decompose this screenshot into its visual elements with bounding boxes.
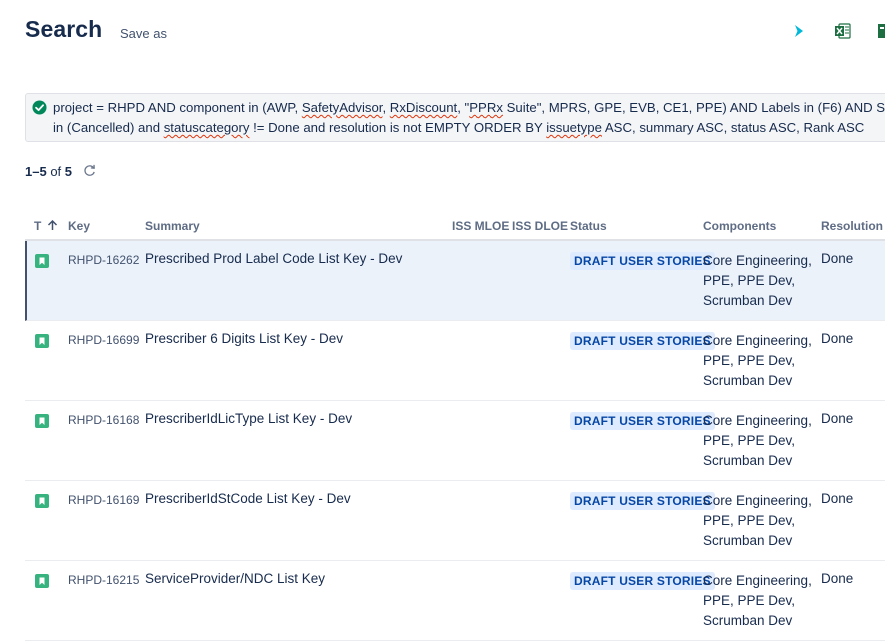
table-row[interactable]: RHPD-16262 Prescribed Prod Label Code Li… <box>25 241 885 321</box>
issue-summary-link[interactable]: PrescriberIdStCode List Key - Dev <box>145 491 351 506</box>
check-circle-icon <box>32 100 47 115</box>
table-row[interactable]: RHPD-16168 PrescriberIdLicType List Key … <box>25 401 885 481</box>
story-icon <box>35 334 49 348</box>
sort-up-arrow-icon[interactable] <box>47 219 58 231</box>
column-header-type[interactable]: T <box>34 219 58 233</box>
jql-query-box[interactable]: project = RHPD AND component in (AWP, Sa… <box>25 93 885 142</box>
column-header-summary[interactable]: Summary <box>145 219 200 233</box>
issue-key-link[interactable]: RHPD-16168 <box>68 413 139 427</box>
page-header: Search Save as <box>0 0 885 70</box>
story-icon <box>35 574 49 588</box>
column-header-key[interactable]: Key <box>68 219 90 233</box>
issue-summary-link[interactable]: PrescriberIdLicType List Key - Dev <box>145 411 352 426</box>
status-badge: DRAFT USER STORIES <box>570 572 715 590</box>
excel-icon[interactable] <box>834 22 852 40</box>
issue-summary-link[interactable]: ServiceProvider/NDC List Key <box>145 571 325 586</box>
jql-line-1: project = RHPD AND component in (AWP, Sa… <box>53 100 885 115</box>
status-badge: DRAFT USER STORIES <box>570 412 715 430</box>
issue-components: Core Engineering, PPE, PPE Dev, Scrumban… <box>703 333 812 388</box>
table-row[interactable]: RHPD-16699 Prescriber 6 Digits List Key … <box>25 321 885 401</box>
issue-resolution: Done <box>821 251 854 266</box>
issue-summary-link[interactable]: Prescribed Prod Label Code List Key - De… <box>145 251 402 266</box>
issue-components: Core Engineering, PPE, PPE Dev, Scrumban… <box>703 493 812 548</box>
issue-summary-link[interactable]: Prescriber 6 Digits List Key - Dev <box>145 331 343 346</box>
refresh-icon[interactable] <box>82 163 97 178</box>
column-header-resolution[interactable]: Resolution <box>821 219 883 233</box>
story-icon <box>35 254 49 268</box>
issue-components: Core Engineering, PPE, PPE Dev, Scrumban… <box>703 253 812 308</box>
table-row[interactable]: RHPD-16215 ServiceProvider/NDC List Key … <box>25 561 885 641</box>
issue-components: Core Engineering, PPE, PPE Dev, Scrumban… <box>703 413 812 468</box>
story-icon <box>35 494 49 508</box>
issue-key-link[interactable]: RHPD-16262 <box>68 253 139 267</box>
story-icon <box>35 414 49 428</box>
share-icon[interactable] <box>790 22 808 40</box>
issue-resolution: Done <box>821 411 854 426</box>
jql-line-2: in (Cancelled) and statuscategory != Don… <box>53 120 865 135</box>
issue-components: Core Engineering, PPE, PPE Dev, Scrumban… <box>703 573 812 628</box>
issue-key-link[interactable]: RHPD-16169 <box>68 493 139 507</box>
column-header-iss-mloe[interactable]: ISS MLOE <box>452 219 509 233</box>
results-count: 1–5 of 5 <box>25 164 73 179</box>
issue-resolution: Done <box>821 571 854 586</box>
issue-key-link[interactable]: RHPD-16699 <box>68 333 139 347</box>
issue-resolution: Done <box>821 331 854 346</box>
table-row[interactable]: RHPD-16169 PrescriberIdStCode List Key -… <box>25 481 885 561</box>
status-badge: DRAFT USER STORIES <box>570 332 715 350</box>
status-badge: DRAFT USER STORIES <box>570 492 715 510</box>
excel-icon-2[interactable] <box>877 22 885 40</box>
column-header-components[interactable]: Components <box>703 219 776 233</box>
issue-resolution: Done <box>821 491 854 506</box>
status-badge: DRAFT USER STORIES <box>570 252 715 270</box>
page-title: Search <box>25 16 103 42</box>
issue-key-link[interactable]: RHPD-16215 <box>68 573 139 587</box>
column-header-status[interactable]: Status <box>570 219 607 233</box>
column-header-iss-dloe[interactable]: ISS DLOE <box>512 219 568 233</box>
save-as-button[interactable]: Save as <box>120 26 167 41</box>
